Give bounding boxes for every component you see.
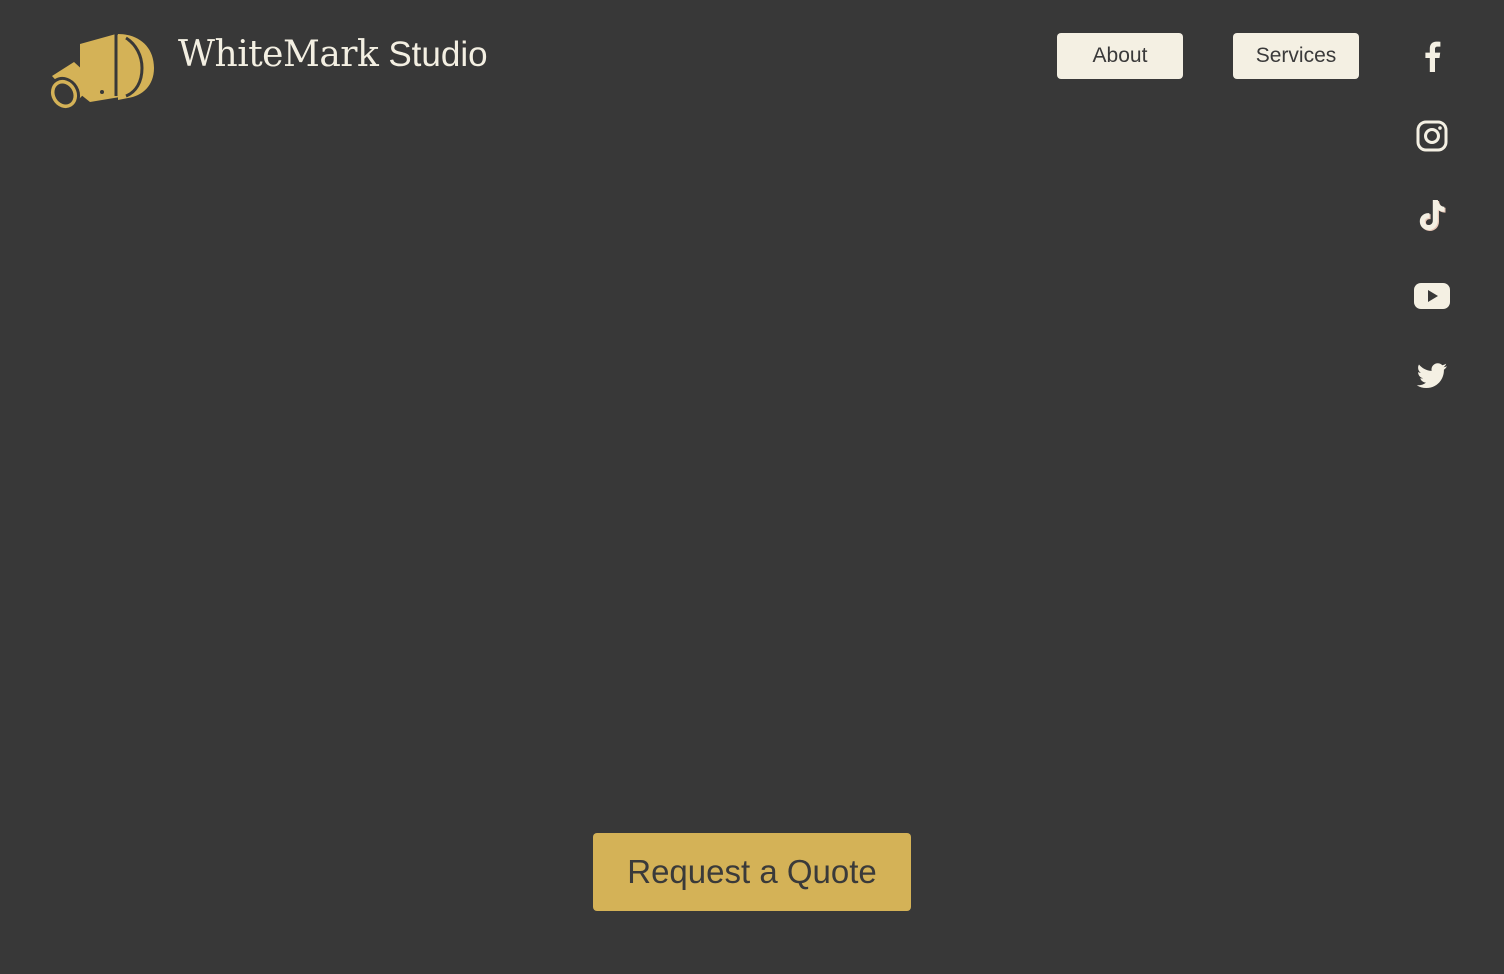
twitter-icon[interactable]	[1408, 356, 1456, 396]
youtube-icon[interactable]	[1408, 276, 1456, 316]
facebook-icon[interactable]	[1408, 36, 1456, 76]
request-quote-button[interactable]: Request a Quote	[593, 833, 911, 911]
instagram-icon[interactable]	[1408, 116, 1456, 156]
nav-about-button[interactable]: About	[1057, 33, 1183, 79]
brand-name[interactable]: WhiteMark Studio	[178, 34, 488, 80]
tiktok-icon[interactable]	[1408, 196, 1456, 236]
brand-name-secondary: Studio	[388, 35, 488, 74]
nav-services-button[interactable]: Services	[1233, 33, 1359, 79]
camera-logo-icon[interactable]	[46, 30, 156, 114]
brand-name-primary: WhiteMark	[178, 34, 379, 75]
